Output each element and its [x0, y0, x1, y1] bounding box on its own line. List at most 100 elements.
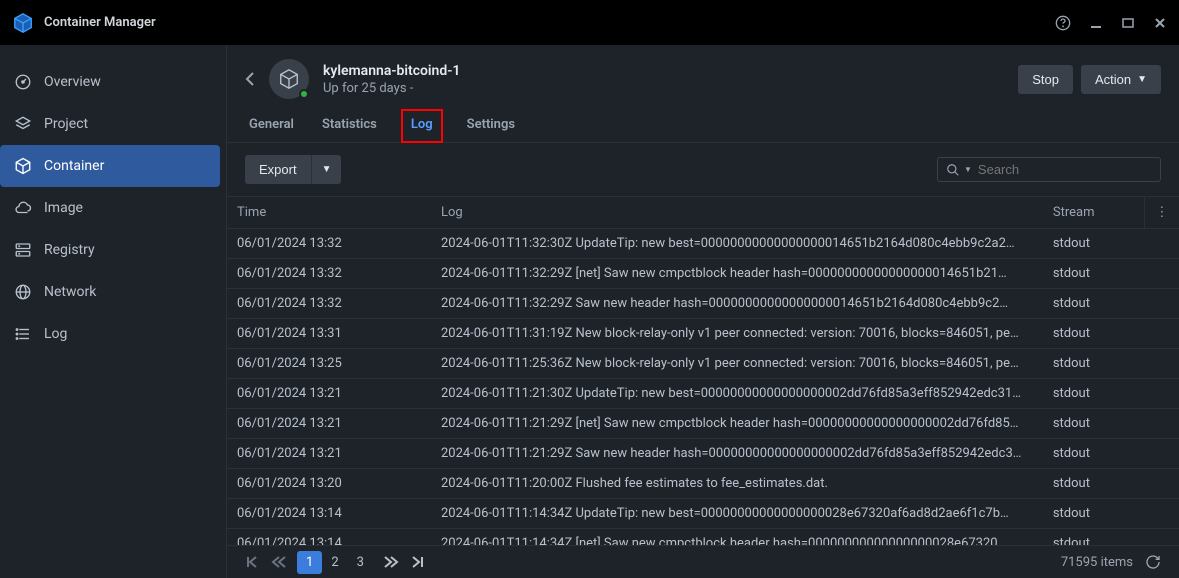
- search-filter-caret-icon[interactable]: ▼: [964, 165, 972, 174]
- sidebar-item-label: Log: [44, 326, 67, 342]
- sidebar-item-label: Network: [44, 284, 96, 300]
- search-icon: [946, 163, 960, 177]
- cell-time: 06/01/2024 13:31: [227, 319, 431, 349]
- cell-stream: stdout: [1043, 469, 1179, 499]
- tabs: General Statistics Log Settings: [227, 107, 1179, 143]
- cell-stream: stdout: [1043, 379, 1179, 409]
- column-header-time[interactable]: Time: [227, 197, 431, 229]
- cell-log: 2024-06-01T11:31:19Z New block-relay-onl…: [431, 319, 1043, 349]
- cube-icon: [14, 157, 32, 175]
- sidebar-item-overview[interactable]: Overview: [0, 61, 220, 103]
- tab-general[interactable]: General: [245, 109, 298, 142]
- table-row[interactable]: 06/01/2024 13:202024-06-01T11:20:00Z Flu…: [227, 469, 1179, 499]
- container-title: kylemanna-bitcoind-1: [323, 63, 460, 79]
- cell-stream: stdout: [1043, 259, 1179, 289]
- cell-time: 06/01/2024 13:25: [227, 349, 431, 379]
- sidebar-item-label: Overview: [44, 74, 101, 90]
- chevron-down-icon: ▼: [1137, 74, 1147, 85]
- export-dropdown-button[interactable]: ▼: [311, 155, 342, 184]
- cell-time: 06/01/2024 13:21: [227, 439, 431, 469]
- action-button[interactable]: Action ▼: [1081, 65, 1161, 94]
- log-table: Time Log Stream ⋮ 06/01/2024 13:322024-0…: [227, 196, 1179, 545]
- sidebar-item-label: Registry: [44, 242, 95, 258]
- toolbar: Export ▼ ▼: [227, 143, 1179, 196]
- cloud-icon: [14, 199, 32, 217]
- page-next-button[interactable]: [383, 555, 399, 569]
- sidebar-item-log[interactable]: Log: [0, 313, 220, 355]
- sidebar-item-image[interactable]: Image: [0, 187, 220, 229]
- minimize-icon[interactable]: [1089, 15, 1103, 31]
- column-menu-button[interactable]: ⋮: [1145, 197, 1179, 229]
- column-header-stream[interactable]: Stream: [1043, 197, 1145, 229]
- sidebar-item-label: Container: [44, 158, 104, 174]
- table-row[interactable]: 06/01/2024 13:212024-06-01T11:21:30Z Upd…: [227, 379, 1179, 409]
- back-button[interactable]: [245, 71, 255, 87]
- cell-log: 2024-06-01T11:21:29Z [net] Saw new cmpct…: [431, 409, 1043, 439]
- tab-statistics[interactable]: Statistics: [318, 109, 381, 142]
- page-last-button[interactable]: [409, 555, 425, 569]
- sidebar-item-project[interactable]: Project: [0, 103, 220, 145]
- titlebar: Container Manager: [0, 0, 1179, 45]
- table-row[interactable]: 06/01/2024 13:252024-06-01T11:25:36Z New…: [227, 349, 1179, 379]
- refresh-button[interactable]: [1145, 554, 1161, 570]
- header: kylemanna-bitcoind-1 Up for 25 days - St…: [227, 45, 1179, 107]
- export-button[interactable]: Export: [245, 155, 311, 184]
- table-row[interactable]: 06/01/2024 13:322024-06-01T11:32:29Z [ne…: [227, 259, 1179, 289]
- search-input[interactable]: [978, 162, 1154, 177]
- table-row[interactable]: 06/01/2024 13:312024-06-01T11:31:19Z New…: [227, 319, 1179, 349]
- cell-log: 2024-06-01T11:25:36Z New block-relay-onl…: [431, 349, 1043, 379]
- table-row[interactable]: 06/01/2024 13:212024-06-01T11:21:29Z Saw…: [227, 439, 1179, 469]
- globe-icon: [14, 283, 32, 301]
- paginator: 123 71595 items: [227, 545, 1179, 578]
- cell-time: 06/01/2024 13:21: [227, 409, 431, 439]
- cell-log: 2024-06-01T11:14:34Z [net] Saw new cmpct…: [431, 529, 1043, 546]
- table-row[interactable]: 06/01/2024 13:142024-06-01T11:14:34Z Upd…: [227, 499, 1179, 529]
- dashboard-icon: [14, 73, 32, 91]
- help-icon[interactable]: [1055, 15, 1071, 31]
- table-row[interactable]: 06/01/2024 13:212024-06-01T11:21:29Z [ne…: [227, 409, 1179, 439]
- column-header-log[interactable]: Log: [431, 197, 1043, 229]
- cell-stream: stdout: [1043, 499, 1179, 529]
- container-avatar: [269, 59, 309, 99]
- page-number-2[interactable]: 2: [322, 551, 347, 574]
- cell-time: 06/01/2024 13:20: [227, 469, 431, 499]
- search-box[interactable]: ▼: [937, 157, 1161, 182]
- stop-button[interactable]: Stop: [1018, 65, 1073, 94]
- cell-log: 2024-06-01T11:21:30Z UpdateTip: new best…: [431, 379, 1043, 409]
- table-row[interactable]: 06/01/2024 13:142024-06-01T11:14:34Z [ne…: [227, 529, 1179, 546]
- app-icon: [12, 12, 34, 34]
- cell-stream: stdout: [1043, 289, 1179, 319]
- cell-log: 2024-06-01T11:32:29Z [net] Saw new cmpct…: [431, 259, 1043, 289]
- cell-stream: stdout: [1043, 409, 1179, 439]
- tab-settings[interactable]: Settings: [463, 109, 519, 142]
- close-icon[interactable]: [1153, 15, 1167, 31]
- cell-stream: stdout: [1043, 439, 1179, 469]
- cell-stream: stdout: [1043, 319, 1179, 349]
- sidebar-item-container[interactable]: Container: [0, 145, 220, 187]
- sidebar-item-network[interactable]: Network: [0, 271, 220, 313]
- list-icon: [14, 325, 32, 343]
- page-first-button[interactable]: [245, 555, 261, 569]
- main-panel: kylemanna-bitcoind-1 Up for 25 days - St…: [226, 45, 1179, 578]
- page-number-1[interactable]: 1: [297, 551, 322, 574]
- layers-icon: [14, 115, 32, 133]
- cell-time: 06/01/2024 13:32: [227, 229, 431, 259]
- app-title: Container Manager: [44, 15, 156, 30]
- table-row[interactable]: 06/01/2024 13:322024-06-01T11:32:29Z Saw…: [227, 289, 1179, 319]
- sidebar-item-label: Project: [44, 116, 88, 132]
- page-prev-button[interactable]: [271, 555, 287, 569]
- table-row[interactable]: 06/01/2024 13:322024-06-01T11:32:30Z Upd…: [227, 229, 1179, 259]
- status-indicator-running: [299, 89, 309, 99]
- cell-time: 06/01/2024 13:14: [227, 529, 431, 546]
- cell-log: 2024-06-01T11:32:29Z Saw new header hash…: [431, 289, 1043, 319]
- cell-time: 06/01/2024 13:14: [227, 499, 431, 529]
- cell-stream: stdout: [1043, 349, 1179, 379]
- action-button-label: Action: [1095, 72, 1131, 87]
- sidebar: Overview Project Container Image Registry Net…: [0, 45, 226, 578]
- cell-log: 2024-06-01T11:20:00Z Flushed fee estimat…: [431, 469, 1043, 499]
- sidebar-item-registry[interactable]: Registry: [0, 229, 220, 271]
- tab-log[interactable]: Log: [401, 109, 443, 143]
- maximize-icon[interactable]: [1121, 15, 1135, 31]
- cell-log: 2024-06-01T11:32:30Z UpdateTip: new best…: [431, 229, 1043, 259]
- page-number-3[interactable]: 3: [348, 551, 373, 574]
